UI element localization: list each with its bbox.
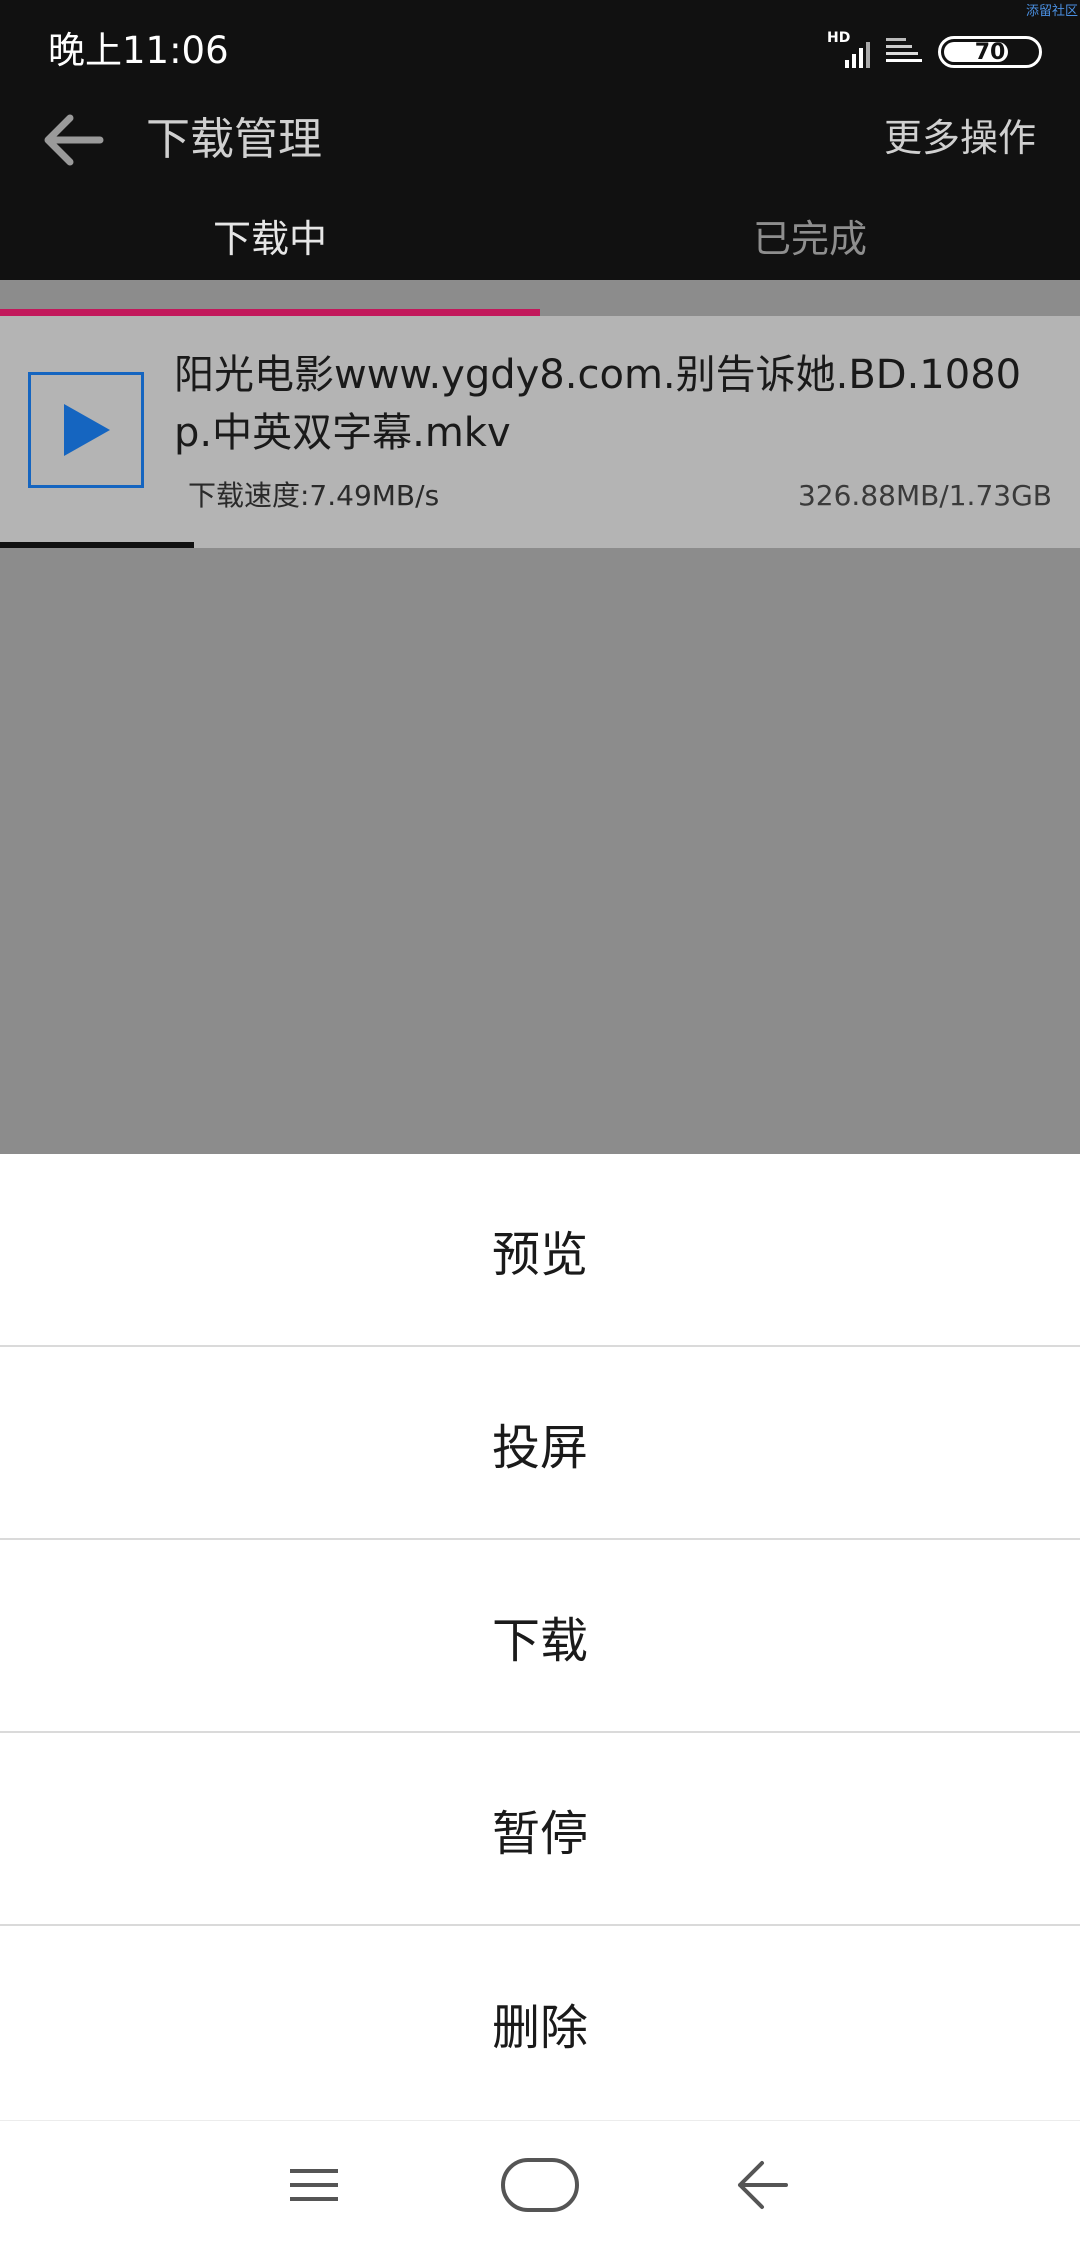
menu-icon [290,2169,338,2201]
file-name: 阳光电影www.ygdy8.com.别告诉她.BD.1080p.中英双字幕.mk… [174,352,1022,456]
battery-level: 70 [974,39,1006,65]
download-size: 326.88MB/1.73GB [797,479,1052,512]
preview-button[interactable]: 预览 [0,1154,1080,1347]
status-icons: HD 70 [827,30,1042,74]
download-item[interactable]: 阳光电影www.ygdy8.com.别告诉她.BD.1080p.中英双字幕.mk… [0,316,1080,548]
more-actions-button[interactable]: 更多操作 [884,110,1036,166]
tab-downloading[interactable]: 下载中 [0,212,540,280]
nav-back-button[interactable] [712,2145,812,2225]
play-button[interactable] [28,372,144,488]
watermark: 添留社区 [1025,4,1078,19]
play-icon [64,404,110,456]
delete-button[interactable]: 删除 [0,1926,1080,2119]
nav-home-button[interactable] [490,2145,590,2225]
navigation-bar [0,2120,1080,2249]
tab-completed[interactable]: 已完成 [540,212,1080,280]
download-speed: 下载速度:7.49MB/s [188,479,440,512]
status-bar: 晚上11:06 添留社区 HD 70 [0,0,1080,100]
cast-button[interactable]: 投屏 [0,1347,1080,1540]
nav-menu-button[interactable] [264,2145,364,2225]
arrow-left-icon [44,114,104,166]
download-button[interactable]: 下载 [0,1540,1080,1733]
battery-icon: 70 [938,36,1042,68]
wifi-icon [884,34,924,70]
home-icon [501,2158,579,2212]
page-title: 下载管理 [146,114,322,165]
pause-button[interactable]: 暂停 [0,1733,1080,1926]
dim-overlay[interactable] [0,548,1080,1154]
chevron-left-icon [738,2161,788,2209]
back-button[interactable] [30,102,114,178]
tab-bar: 下载中 已完成 [0,212,1080,280]
signal-icon: HD [827,30,870,68]
status-time: 晚上11:06 [48,29,229,72]
tab-indicator [0,309,540,316]
app-bar: 下载管理 更多操作 下载中 已完成 [0,100,1080,280]
network-label: HD [827,30,851,46]
action-sheet: 预览 投屏 下载 暂停 删除 [0,1154,1080,2120]
